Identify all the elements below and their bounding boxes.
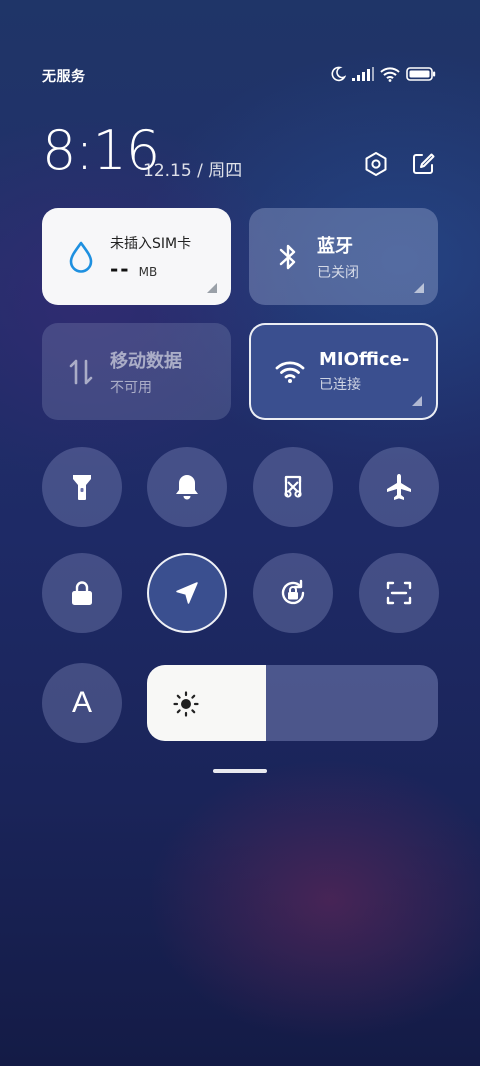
data-usage-value: --	[110, 256, 131, 281]
bluetooth-status: 已关闭	[317, 264, 359, 281]
bell-icon	[176, 475, 198, 500]
status-icons	[330, 66, 436, 82]
edit-button[interactable]	[409, 150, 437, 178]
clock-date: 12.15 / 周四	[143, 161, 243, 181]
airplane-toggle[interactable]	[359, 447, 439, 527]
settings-icon	[365, 152, 387, 176]
sun-icon	[173, 691, 199, 717]
data-usage-unit: MB	[138, 264, 158, 279]
mobile-data-title: 移动数据	[110, 350, 182, 372]
scan-toggle[interactable]	[359, 553, 439, 633]
expand-corner-icon	[207, 283, 217, 293]
lock-toggle[interactable]	[42, 553, 122, 633]
rotation-lock-toggle[interactable]	[253, 553, 333, 633]
expand-corner-icon	[414, 283, 424, 293]
moon-icon	[331, 66, 346, 82]
flashlight-toggle[interactable]	[42, 447, 122, 527]
bluetooth-title: 蓝牙	[317, 235, 353, 257]
brightness-slider[interactable]	[147, 665, 438, 741]
brightness-fill	[147, 665, 267, 741]
battery-icon	[406, 67, 436, 81]
scan-icon	[386, 581, 412, 605]
carrier-label: 无服务	[42, 69, 86, 85]
screenshot-icon	[284, 475, 302, 498]
water-drop-icon	[66, 241, 96, 273]
wifi-icon	[380, 66, 400, 82]
lock-icon	[72, 581, 92, 605]
location-icon	[176, 582, 198, 604]
airplane-icon	[387, 474, 411, 500]
font-size-toggle[interactable]: A	[42, 663, 122, 743]
bluetooth-icon	[273, 242, 303, 272]
rotation-lock-icon	[281, 579, 305, 605]
wifi-status: 已连接	[319, 377, 361, 393]
drag-handle[interactable]	[213, 769, 267, 773]
clock-time: 8:16	[42, 119, 160, 182]
wifi-tile[interactable]: MIOffice- 已连接	[249, 323, 438, 420]
settings-button[interactable]	[362, 150, 390, 178]
mobile-data-tile[interactable]: 移动数据 不可用	[42, 323, 231, 420]
wifi-icon	[275, 357, 305, 387]
data-arrows-icon	[66, 357, 96, 387]
data-usage-title: 未插入SIM卡	[110, 235, 192, 252]
mobile-data-status: 不可用	[110, 379, 152, 396]
bell-toggle[interactable]	[147, 447, 227, 527]
edit-icon	[413, 153, 435, 174]
bluetooth-tile[interactable]: 蓝牙 已关闭	[249, 208, 438, 305]
signal-icon	[352, 67, 374, 81]
screenshot-toggle[interactable]	[253, 447, 333, 527]
expand-corner-icon	[412, 396, 422, 406]
location-toggle[interactable]	[147, 553, 227, 633]
data-usage-tile[interactable]: 未插入SIM卡 -- MB	[42, 208, 231, 305]
wifi-title: MIOffice-	[319, 349, 410, 370]
font-size-label: A	[71, 686, 92, 719]
flashlight-icon	[73, 475, 91, 500]
